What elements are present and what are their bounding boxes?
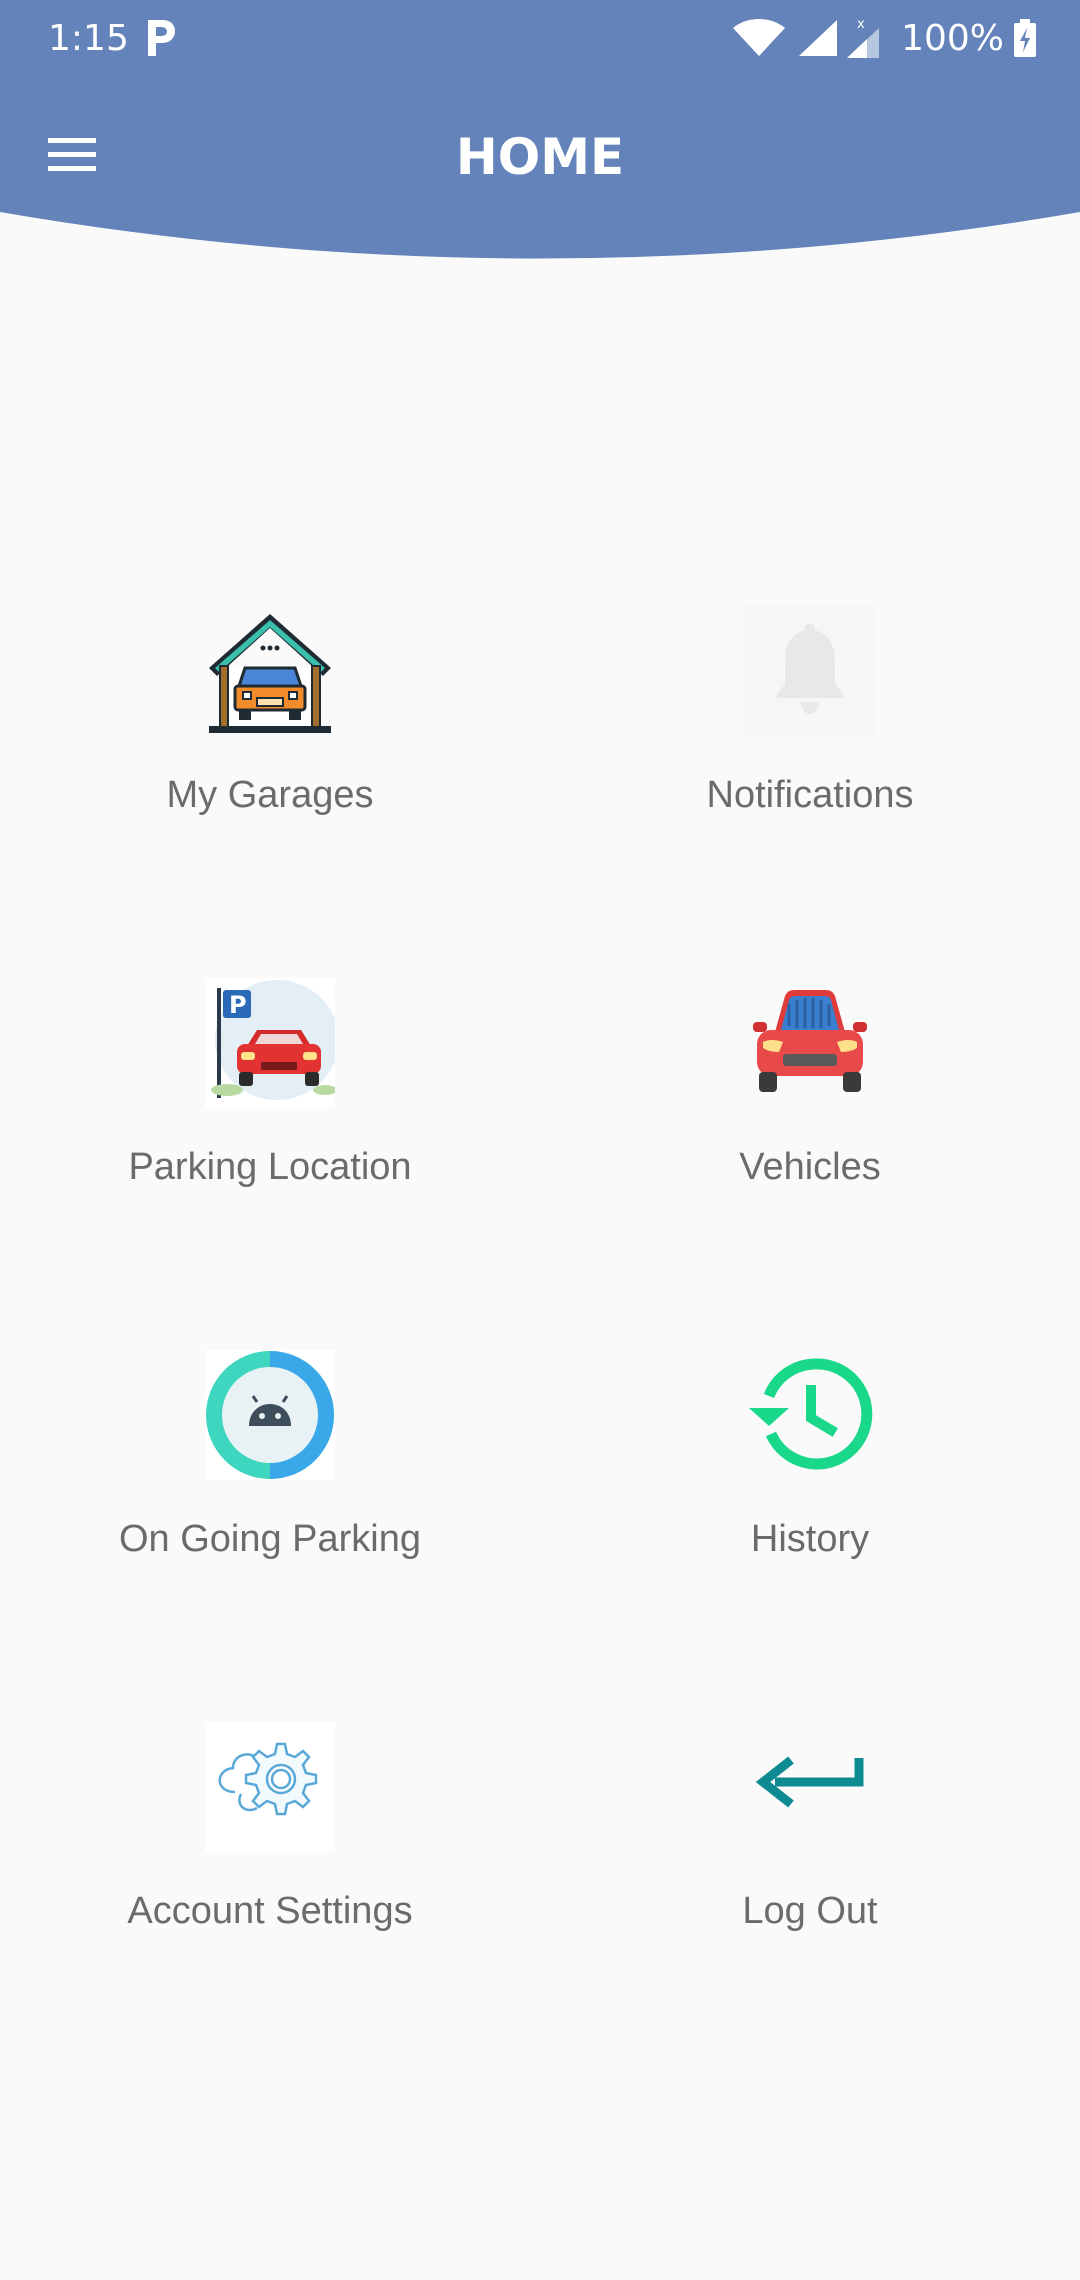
menu-item-label: Vehicles [739, 1146, 881, 1188]
parking-location-icon: P [205, 978, 335, 1108]
parking-p-icon [148, 20, 175, 56]
status-bar: 1:15 x 100% [0, 0, 1080, 80]
menu-item-history[interactable]: History [590, 1350, 1030, 1610]
menu-item-my-garages[interactable]: My Garages [50, 606, 490, 866]
android-icon [205, 1350, 335, 1480]
svg-text:x: x [857, 17, 865, 32]
menu-item-label: Parking Location [128, 1146, 412, 1188]
app-header: 1:15 x 100% HOME [0, 0, 1080, 265]
garage-icon [209, 614, 331, 733]
menu-item-account-settings[interactable]: Account Settings [50, 1722, 490, 1982]
battery-percent: 100% [901, 17, 1004, 59]
menu-item-vehicles[interactable]: Vehicles [590, 978, 1030, 1238]
bell-icon [745, 606, 875, 736]
menu-item-label: History [750, 1518, 870, 1560]
settings-gear-icon [205, 1722, 335, 1852]
battery-charging-icon [1014, 19, 1036, 57]
car-icon [753, 990, 867, 1092]
menu-item-notifications[interactable]: Notifications [590, 606, 1030, 866]
history-icon [749, 1358, 873, 1470]
menu-item-label: Notifications [706, 774, 914, 816]
page-title: HOME [455, 128, 625, 186]
logout-arrow-icon [755, 1756, 864, 1808]
status-icons: x 100% [731, 16, 1036, 60]
menu-item-on-going-parking[interactable]: On Going Parking [50, 1350, 490, 1610]
signal-icon [799, 20, 838, 56]
signal-x-icon: x [847, 17, 880, 58]
svg-text:P: P [229, 991, 247, 1019]
menu-item-label: Account Settings [127, 1890, 413, 1932]
menu-item-label: On Going Parking [118, 1518, 422, 1560]
status-time: 1:15 [48, 18, 129, 59]
menu-item-label: Log Out [742, 1890, 878, 1932]
menu-item-parking-location[interactable]: P Parking Location [50, 978, 490, 1238]
menu-item-log-out[interactable]: Log Out [590, 1722, 1030, 1982]
menu-item-label: My Garages [166, 774, 374, 816]
wifi-icon [733, 19, 786, 56]
